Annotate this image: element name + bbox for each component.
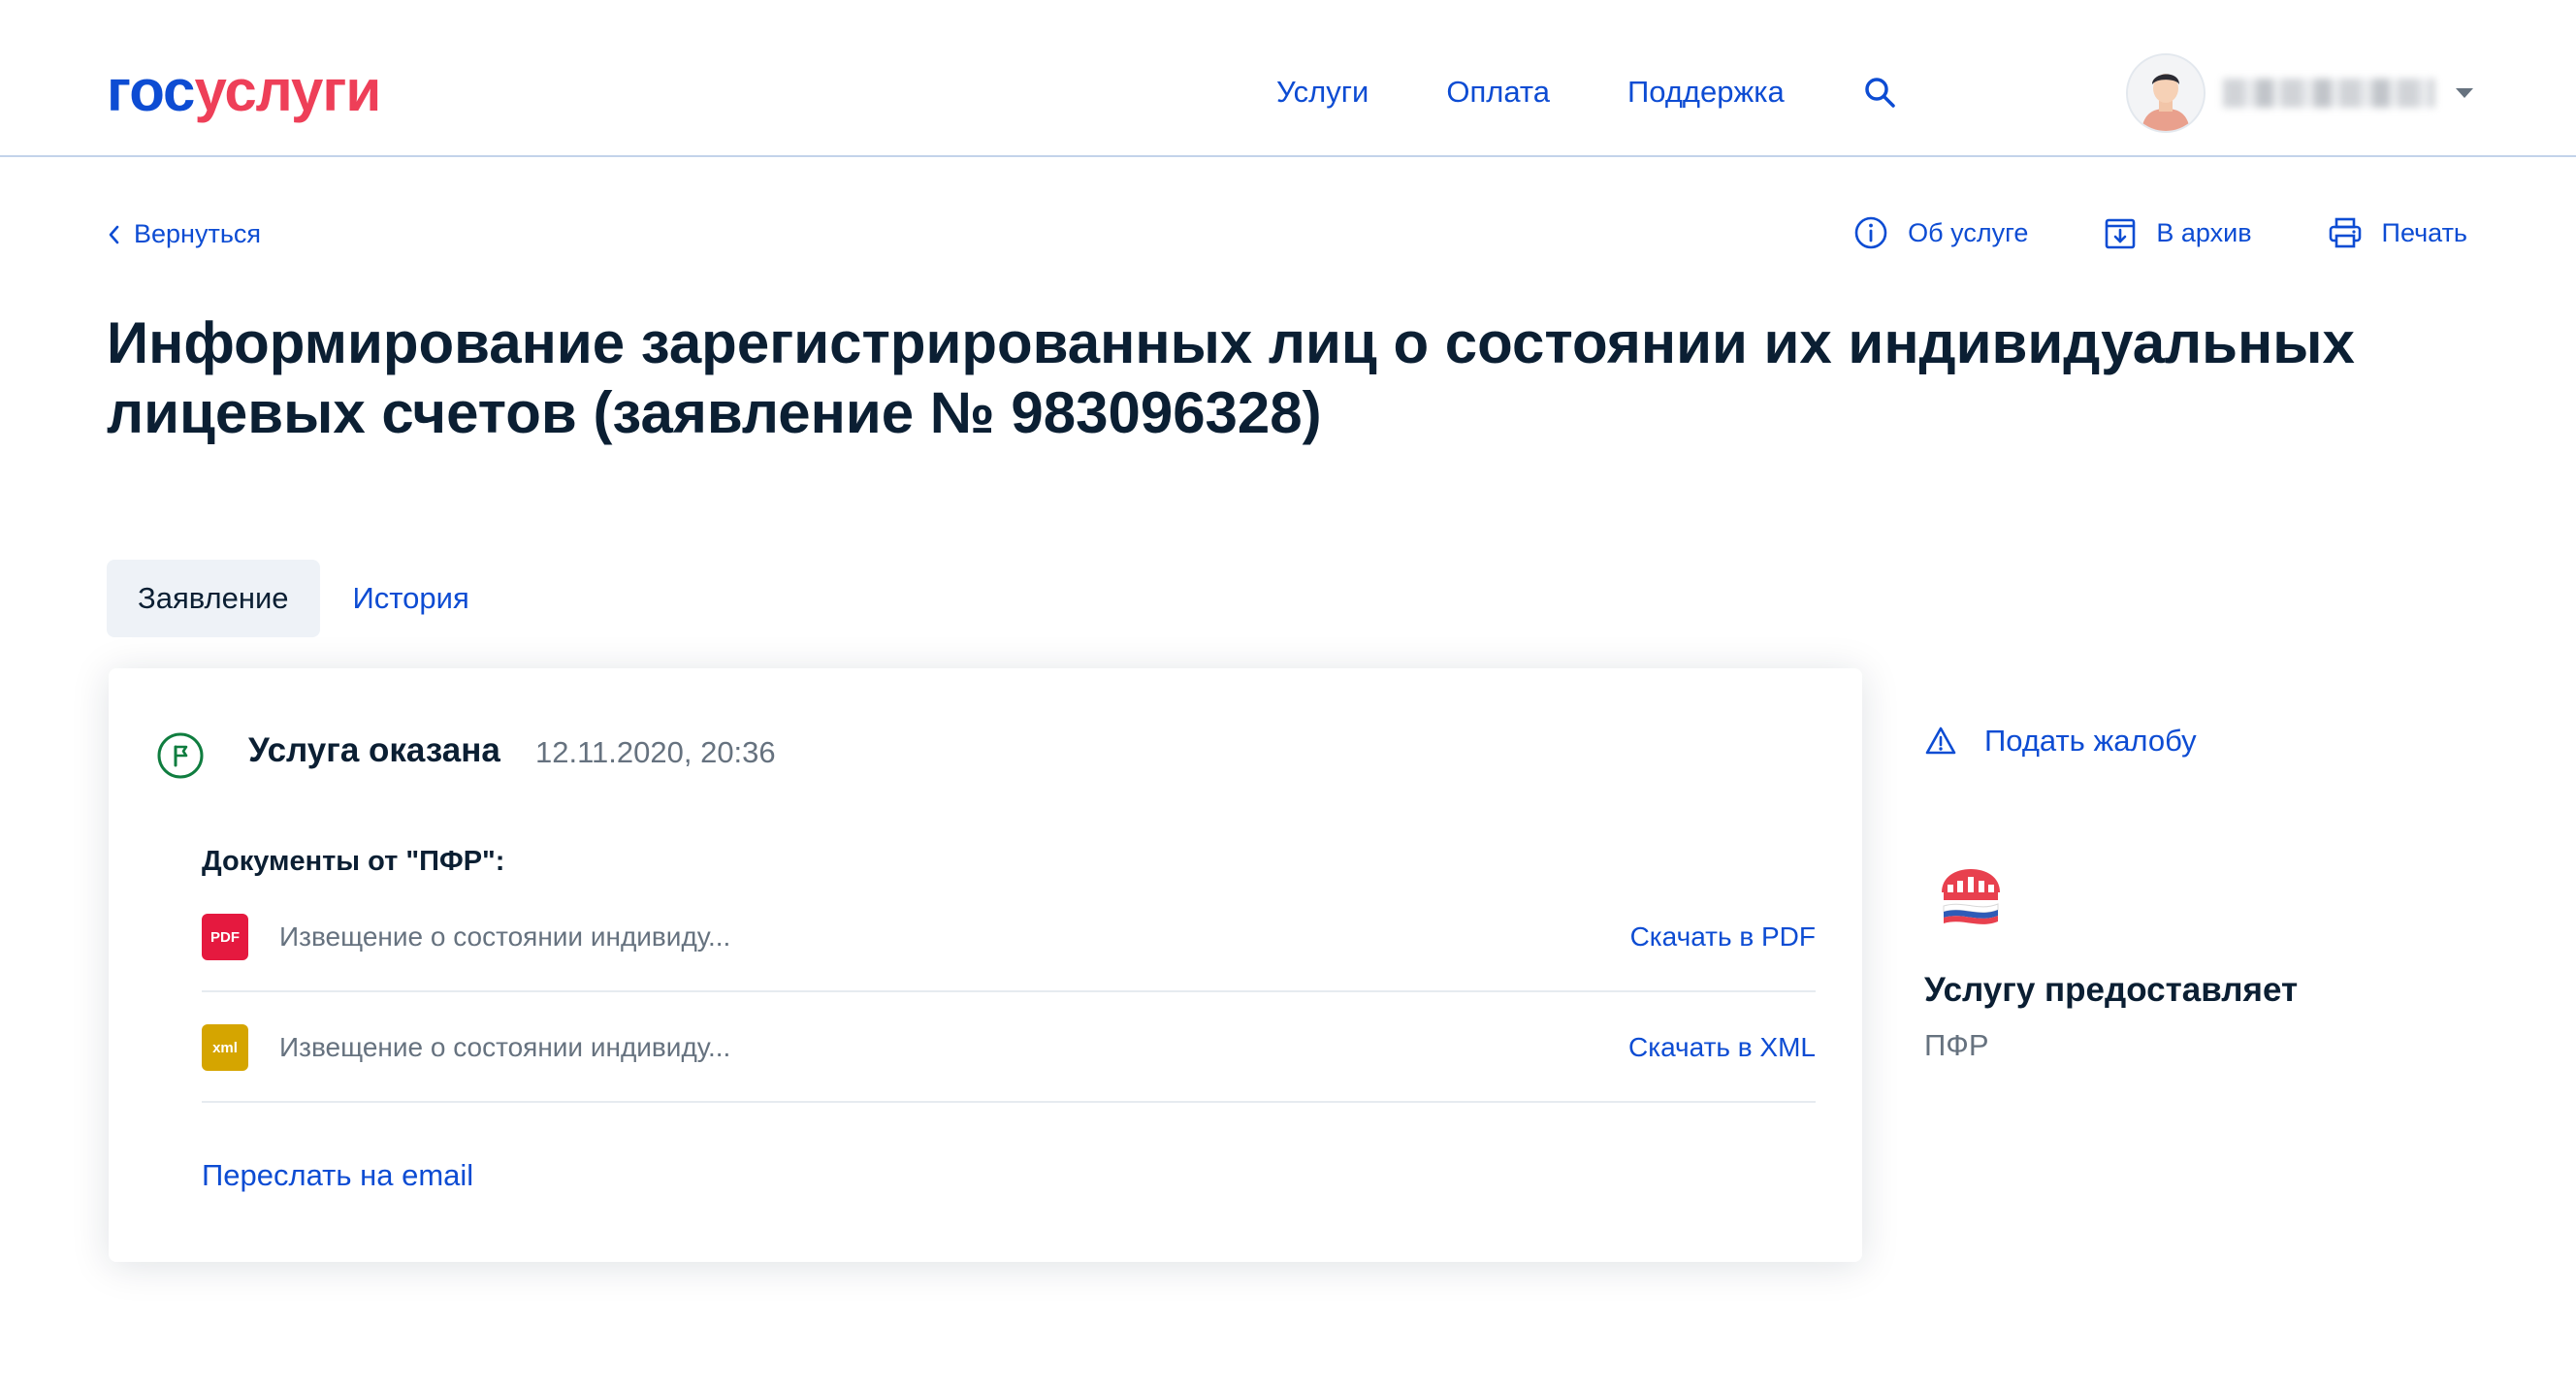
tab-history[interactable]: История bbox=[320, 560, 500, 637]
info-icon bbox=[1854, 216, 1887, 249]
tabs: Заявление История bbox=[107, 560, 500, 637]
pdf-file-icon: PDF bbox=[202, 914, 248, 960]
user-menu[interactable] bbox=[2126, 53, 2473, 133]
search-icon[interactable] bbox=[1862, 75, 1901, 113]
tab-application[interactable]: Заявление bbox=[107, 560, 320, 637]
provider-label: Услугу предоставляет bbox=[1924, 971, 2299, 1009]
archive-label: В архив bbox=[2156, 217, 2252, 247]
back-link[interactable]: Вернуться bbox=[107, 219, 261, 249]
archive-button[interactable]: В архив bbox=[2104, 215, 2252, 250]
nav-support-link[interactable]: Поддержка bbox=[1627, 68, 1785, 116]
document-row: xml Извещение о состоянии индивиду... Ск… bbox=[202, 994, 1816, 1103]
complaint-link[interactable]: Подать жалобу bbox=[1924, 724, 2197, 759]
print-button[interactable]: Печать bbox=[2328, 215, 2467, 250]
nav-payment-link[interactable]: Оплата bbox=[1446, 68, 1550, 116]
warning-icon bbox=[1925, 727, 1956, 755]
page-title: Информирование зарегистрированных лиц о … bbox=[107, 310, 2355, 445]
xml-file-icon: xml bbox=[202, 1024, 248, 1071]
user-name-blurred[interactable] bbox=[2223, 79, 2434, 108]
page-actions: Об услуге В архив Печать bbox=[1778, 215, 2467, 250]
download-pdf-link[interactable]: Скачать в PDF bbox=[1630, 921, 1816, 953]
document-name[interactable]: Извещение о состоянии индивиду... bbox=[279, 921, 1630, 953]
document-row: PDF Извещение о состоянии индивиду... Ск… bbox=[202, 884, 1816, 992]
documents-heading: Документы от "ПФР": bbox=[202, 846, 505, 877]
logo-part-uslugi: услуги bbox=[194, 58, 381, 123]
document-name[interactable]: Извещение о состоянии индивиду... bbox=[279, 1032, 1628, 1063]
complaint-label: Подать жалобу bbox=[1984, 724, 2197, 758]
send-email-link[interactable]: Переслать на email bbox=[202, 1153, 473, 1198]
pfr-logo bbox=[1936, 863, 2006, 938]
provider-name: ПФР bbox=[1924, 1028, 1989, 1062]
gosuslugi-logo[interactable]: госуслуги bbox=[107, 56, 381, 126]
application-card: Услуга оказана 12.11.2020, 20:36 Докумен… bbox=[109, 668, 1862, 1262]
nav-services-link[interactable]: Услуги bbox=[1276, 68, 1368, 116]
status-date: 12.11.2020, 20:36 bbox=[535, 735, 776, 769]
logo-part-gos: гос bbox=[107, 58, 195, 123]
status-title: Услуга оказана bbox=[248, 731, 500, 769]
main-nav: Услуги Оплата Поддержка bbox=[1276, 68, 1901, 116]
archive-icon bbox=[2106, 218, 2136, 249]
page: госуслуги Услуги Оплата Поддержка Вернут… bbox=[0, 0, 2576, 1389]
download-xml-link[interactable]: Скачать в XML bbox=[1628, 1032, 1816, 1063]
back-label: Вернуться bbox=[134, 219, 262, 248]
printer-icon bbox=[2329, 217, 2361, 248]
top-header: госуслуги Услуги Оплата Поддержка bbox=[0, 0, 2576, 157]
chevron-left-icon bbox=[109, 225, 119, 243]
about-service-button[interactable]: Об услуге bbox=[1853, 215, 2028, 250]
flag-icon bbox=[155, 730, 206, 786]
avatar[interactable] bbox=[2126, 53, 2206, 133]
about-service-label: Об услуге bbox=[1908, 217, 2029, 247]
chevron-down-icon[interactable] bbox=[2456, 88, 2473, 98]
print-label: Печать bbox=[2381, 217, 2467, 247]
